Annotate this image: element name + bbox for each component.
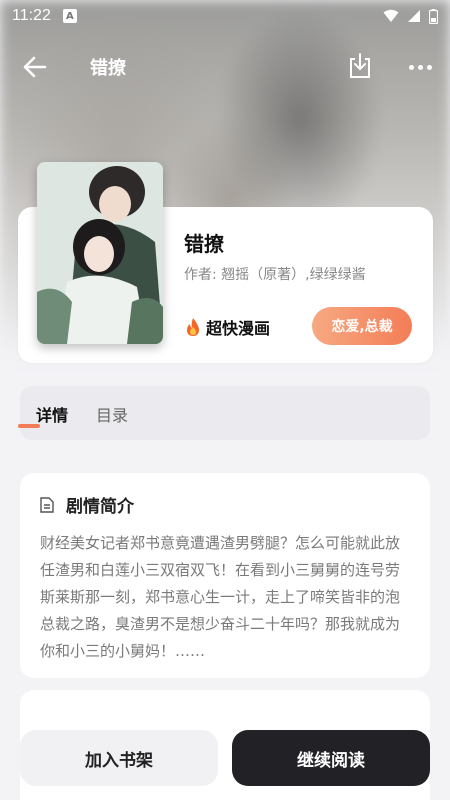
download-icon bbox=[350, 53, 370, 78]
battery-icon bbox=[429, 8, 438, 24]
synopsis-header: 剧情简介 bbox=[40, 492, 134, 517]
back-button[interactable] bbox=[20, 52, 50, 82]
publisher: 超快漫画 bbox=[184, 315, 270, 339]
tab-catalog[interactable]: 目录 bbox=[96, 402, 128, 426]
signal-icon bbox=[408, 10, 420, 22]
tab-bar: 详情 目录 bbox=[20, 386, 430, 440]
wifi-icon bbox=[383, 9, 399, 22]
page-title: 错撩 bbox=[90, 58, 126, 79]
download-button[interactable] bbox=[346, 51, 374, 81]
genre-tag[interactable]: 恋爱,总裁 bbox=[312, 307, 412, 345]
status-bar: 11:22 A bbox=[0, 0, 450, 32]
more-dot-icon bbox=[408, 64, 414, 70]
synopsis-text: 财经美女记者郑书意竟遭遇渣男劈腿？怎么可能就此放任渣男和白莲小三双宿双飞！在看到… bbox=[40, 534, 401, 660]
status-time: 11:22 bbox=[12, 7, 51, 24]
publisher-name: 超快漫画 bbox=[206, 319, 271, 338]
book-author: 作者: 翘摇（原著）,绿绿绿酱 bbox=[184, 267, 366, 283]
active-tab-indicator bbox=[18, 424, 40, 428]
book-title: 错撩 bbox=[184, 232, 224, 256]
document-icon bbox=[40, 496, 54, 513]
more-dot-icon bbox=[426, 64, 432, 70]
continue-reading-button[interactable]: 继续阅读 bbox=[232, 730, 430, 786]
status-icons bbox=[383, 8, 438, 24]
notification-icon: A bbox=[62, 9, 77, 23]
top-bar: 错撩 bbox=[0, 44, 450, 88]
arrow-left-icon bbox=[23, 56, 47, 78]
add-to-shelf-button[interactable]: 加入书架 bbox=[20, 730, 218, 786]
tab-details[interactable]: 详情 bbox=[36, 402, 68, 426]
book-cover[interactable] bbox=[37, 162, 163, 344]
more-button[interactable] bbox=[404, 52, 436, 82]
fire-icon bbox=[187, 318, 199, 336]
synopsis-title: 剧情简介 bbox=[66, 497, 134, 517]
cover-illustration bbox=[37, 162, 163, 344]
more-dot-icon bbox=[417, 64, 423, 70]
